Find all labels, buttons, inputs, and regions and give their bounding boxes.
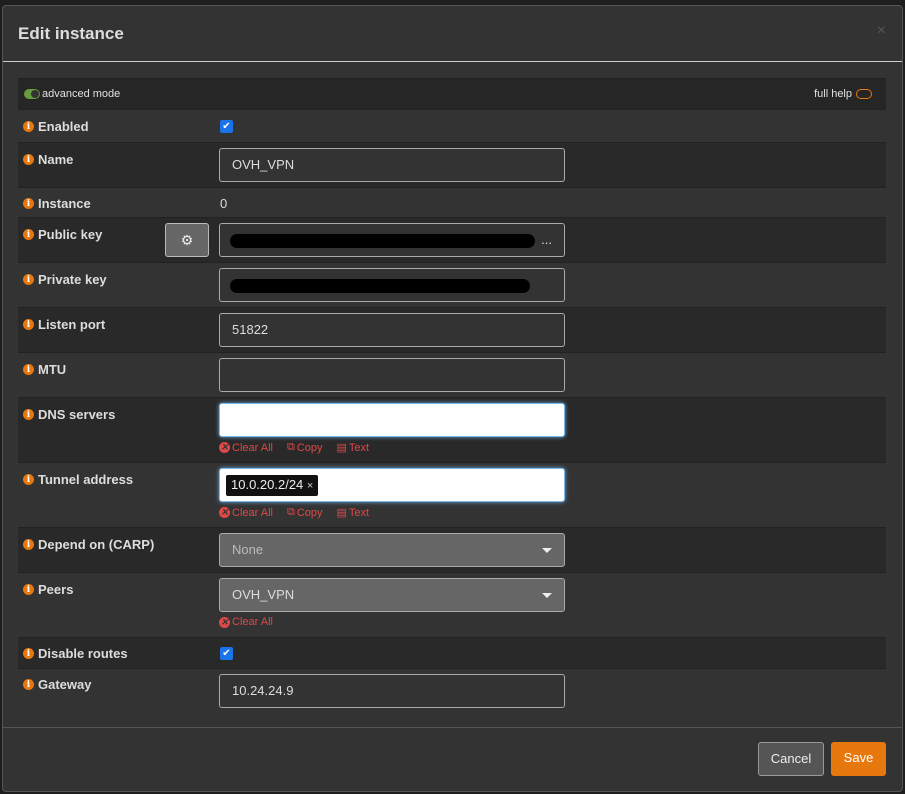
info-icon[interactable]: i: [23, 539, 34, 550]
gear-icon: ⚙: [180, 232, 194, 248]
public-key-input[interactable]: ...: [219, 223, 565, 257]
info-icon[interactable]: i: [23, 198, 34, 209]
document-icon: ▤: [336, 507, 347, 519]
row-depend-on: i Depend on (CARP) None: [18, 527, 886, 572]
info-icon[interactable]: i: [23, 121, 34, 132]
name-input[interactable]: OVH_VPN: [219, 148, 565, 182]
field-label: Enabled: [38, 119, 89, 134]
copy-link[interactable]: ⧉ Copy: [287, 506, 323, 519]
info-icon[interactable]: i: [23, 648, 34, 659]
row-tunnel-address: i Tunnel address 10.0.20.2/24 × ✕ Clear Al…: [18, 462, 886, 527]
field-label: MTU: [38, 362, 67, 377]
row-instance: i Instance 0: [18, 187, 886, 217]
clear-icon: ✕: [219, 616, 230, 628]
clear-all-link[interactable]: ✕ Clear All: [219, 616, 273, 628]
row-mtu: i MTU: [18, 352, 886, 397]
row-name: i Name OVH_VPN: [18, 142, 886, 187]
depend-on-select[interactable]: None: [219, 533, 565, 567]
disable-routes-checkbox[interactable]: ✔: [220, 647, 233, 660]
text-link[interactable]: ▤ Text: [336, 506, 370, 520]
gateway-input[interactable]: 10.24.24.9: [219, 674, 565, 708]
row-gateway: i Gateway 10.24.24.9: [18, 668, 886, 713]
mtu-input[interactable]: [219, 358, 565, 392]
row-public-key: i Public key ⚙ ...: [18, 217, 886, 262]
info-icon[interactable]: i: [23, 274, 34, 285]
listen-port-input[interactable]: 51822: [219, 313, 565, 347]
info-icon[interactable]: i: [23, 229, 34, 240]
address-tag: 10.0.20.2/24 ×: [226, 475, 319, 496]
ellipsis: ...: [541, 232, 552, 247]
mode-toolbar: advanced mode full help: [18, 78, 886, 109]
document-icon: ▤: [336, 442, 347, 454]
field-label: Tunnel address: [38, 472, 134, 487]
advanced-mode-label: advanced mode: [42, 88, 121, 100]
field-label: Gateway: [38, 677, 92, 692]
row-private-key: i Private key: [18, 262, 886, 307]
text-link[interactable]: ▤ Text: [336, 441, 370, 455]
remove-tag-icon[interactable]: ×: [307, 480, 313, 492]
field-label: DNS servers: [38, 407, 116, 422]
redacted-value: [230, 234, 535, 248]
peers-select[interactable]: OVH_VPN: [219, 578, 565, 612]
full-help-label: full help: [814, 88, 852, 100]
tunnel-address-input[interactable]: 10.0.20.2/24 ×: [219, 468, 565, 502]
info-icon[interactable]: i: [23, 154, 34, 165]
row-enabled: i Enabled ✔: [18, 109, 886, 142]
field-label: Name: [38, 152, 74, 167]
row-listen-port: i Listen port 51822: [18, 307, 886, 352]
row-peers: i Peers OVH_VPN ✕ Clear All: [18, 572, 886, 637]
field-label: Instance: [38, 196, 91, 211]
copy-link[interactable]: ⧉ Copy: [287, 441, 323, 454]
info-icon[interactable]: i: [23, 679, 34, 690]
caret-down-icon: [542, 548, 552, 553]
copy-icon: ⧉: [286, 506, 295, 518]
info-icon[interactable]: i: [23, 319, 34, 330]
close-icon[interactable]: ×: [877, 22, 886, 40]
clear-icon: ✕: [219, 507, 230, 518]
modal-title: Edit instance: [18, 24, 124, 43]
generate-key-button[interactable]: ⚙: [165, 223, 209, 257]
instance-value: 0: [220, 196, 228, 211]
field-label: Peers: [38, 582, 74, 597]
info-icon[interactable]: i: [23, 409, 34, 420]
clear-all-link[interactable]: ✕ Clear All: [219, 441, 273, 454]
caret-down-icon: [542, 593, 552, 598]
dns-servers-input[interactable]: [219, 403, 565, 437]
footer-divider: [3, 727, 902, 728]
field-label: Public key: [38, 227, 103, 242]
field-label: Listen port: [38, 317, 106, 332]
private-key-input[interactable]: [219, 268, 565, 302]
field-label: Disable routes: [38, 646, 128, 661]
row-dns-servers: i DNS servers ✕ Clear All ⧉ Copy ▤ Text: [18, 397, 886, 462]
advanced-mode-toggle[interactable]: [24, 89, 40, 99]
field-label: Depend on (CARP): [38, 537, 155, 552]
full-help-toggle[interactable]: [856, 89, 872, 99]
divider: [3, 61, 902, 62]
field-label: Private key: [38, 272, 107, 287]
save-button[interactable]: Save: [831, 742, 886, 776]
copy-icon: ⧉: [286, 441, 295, 453]
info-icon[interactable]: i: [23, 584, 34, 595]
clear-icon: ✕: [219, 442, 230, 453]
row-disable-routes: i Disable routes ✔: [18, 637, 886, 668]
info-icon[interactable]: i: [23, 364, 34, 375]
redacted-value: [230, 279, 530, 293]
enabled-checkbox[interactable]: ✔: [220, 120, 233, 133]
info-icon[interactable]: i: [23, 474, 34, 485]
edit-instance-modal: Edit instance × advanced mode full help …: [2, 5, 903, 792]
clear-all-link[interactable]: ✕ Clear All: [219, 506, 273, 519]
cancel-button[interactable]: Cancel: [758, 742, 824, 776]
